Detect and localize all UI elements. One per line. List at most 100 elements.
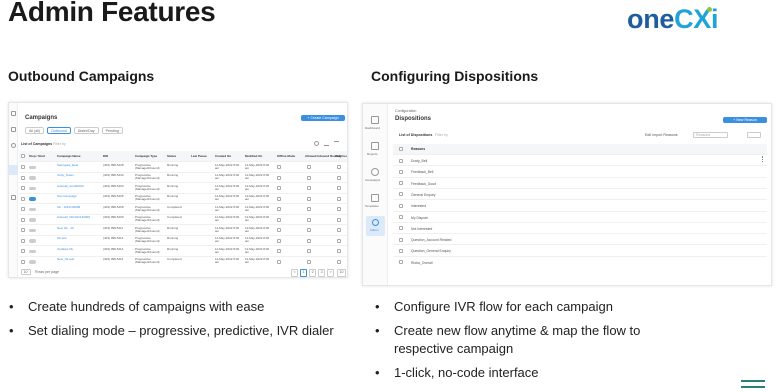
stop-start-toggle[interactable]: [29, 186, 36, 191]
row-checkbox[interactable]: [21, 207, 25, 211]
inbound-routing-checkbox[interactable]: [307, 175, 311, 180]
table-row[interactable]: Updated Ok (403) 098-5114 Progressive (Man…: [19, 245, 347, 256]
row-checkbox[interactable]: [399, 226, 403, 231]
new-reason-button[interactable]: + New Reason: [723, 117, 767, 123]
row-checkbox[interactable]: [399, 260, 403, 265]
table-row[interactable]: Test Campaign (403) 098-5105 Progressive (…: [19, 192, 347, 204]
select-all-checkbox[interactable]: [21, 154, 25, 158]
offline-mode-checkbox[interactable]: [277, 249, 281, 253]
row-checkbox[interactable]: [21, 165, 25, 169]
page-button[interactable]: >: [327, 269, 335, 277]
table-row[interactable]: Dusty_Bell: [393, 154, 767, 165]
more-options-icon[interactable]: [762, 156, 763, 162]
inbound-routing-checkbox[interactable]: [307, 196, 311, 201]
table-row[interactable]: Question_Account Related: [393, 233, 767, 244]
inbound-routing-checkbox[interactable]: [307, 165, 311, 169]
sidebar-active-item[interactable]: [9, 165, 18, 175]
row-checkbox[interactable]: [399, 181, 403, 186]
customer-flow-checkbox[interactable]: [337, 259, 341, 264]
customer-flow-checkbox[interactable]: [337, 249, 341, 253]
row-checkbox[interactable]: [399, 215, 403, 219]
inbound-routing-checkbox[interactable]: [307, 217, 311, 222]
offline-mode-checkbox[interactable]: [277, 186, 281, 190]
customer-flow-checkbox[interactable]: [337, 207, 341, 211]
table-row[interactable]: Outly_Tester (403) 098-5133 Progressive (M…: [19, 171, 347, 183]
row-checkbox[interactable]: [21, 228, 25, 232]
customer-flow-checkbox[interactable]: [337, 186, 341, 190]
cell-name[interactable]: Samsgate_Eeel: [57, 163, 85, 167]
table-row[interactable]: Interested: [393, 199, 767, 210]
cell-name[interactable]: Autocall_Ok1012133008: [57, 215, 90, 219]
offline-mode-checkbox[interactable]: [277, 228, 281, 232]
row-checkbox[interactable]: [399, 192, 403, 197]
dispositions-filter-input[interactable]: Filter by: [435, 133, 448, 138]
inbound-routing-checkbox[interactable]: [307, 228, 311, 232]
cell-name[interactable]: Ok - 1012133008: [57, 205, 85, 209]
columns-menu-button[interactable]: [747, 132, 761, 138]
nav-templates-icon[interactable]: [371, 194, 379, 202]
nav-dashboard-icon[interactable]: [371, 116, 379, 124]
page-button[interactable]: <: [291, 269, 299, 277]
page-button[interactable]: 3: [318, 269, 326, 277]
customer-flow-checkbox[interactable]: [337, 217, 341, 222]
row-checkbox[interactable]: [21, 238, 25, 243]
table-row[interactable]: Not Interested: [393, 221, 767, 233]
offline-mode-checkbox[interactable]: [277, 165, 281, 169]
create-campaign-button[interactable]: + Create Campaign: [301, 115, 345, 121]
cell-name[interactable]: Test Campaign: [57, 194, 85, 198]
nav-campaigns-icon[interactable]: [371, 168, 379, 176]
offline-mode-checkbox[interactable]: [277, 259, 281, 264]
cell-name[interactable]: New Ok - 10: [57, 226, 85, 230]
rows-per-page-select[interactable]: 10: [21, 269, 31, 275]
row-checkbox[interactable]: [21, 196, 25, 201]
reasons-select[interactable]: Reasons: [693, 132, 728, 138]
inbound-routing-checkbox[interactable]: [307, 259, 311, 264]
cell-name[interactable]: Updated Ok: [57, 247, 85, 251]
sidebar-campaigns-icon[interactable]: [11, 143, 16, 148]
row-checkbox[interactable]: [21, 249, 25, 253]
sidebar-home-icon[interactable]: [11, 111, 16, 116]
table-row[interactable]: New_Ok test (403) 098-5114 Progressive (Ma…: [19, 255, 347, 267]
customer-flow-checkbox[interactable]: [337, 196, 341, 201]
row-checkbox[interactable]: [399, 203, 403, 208]
stop-start-toggle[interactable]: [29, 197, 36, 201]
offline-mode-checkbox[interactable]: [277, 217, 281, 222]
customer-flow-checkbox[interactable]: [337, 238, 341, 243]
row-checkbox[interactable]: [21, 259, 25, 264]
select-all-checkbox[interactable]: [399, 147, 403, 151]
table-row[interactable]: My Dispute: [393, 210, 767, 222]
page-button[interactable]: 1: [300, 269, 308, 277]
stop-start-toggle[interactable]: [29, 176, 36, 180]
cell-name[interactable]: Outly_Tester: [57, 173, 85, 177]
inbound-routing-checkbox[interactable]: [307, 186, 311, 190]
table-row[interactable]: Question_General Enquiry: [393, 244, 767, 255]
pagination-last-page[interactable]: 10: [337, 269, 346, 277]
nav-admin-active[interactable]: Admin: [366, 216, 385, 236]
breadcrumb[interactable]: Configuration: [395, 109, 416, 114]
stop-start-toggle[interactable]: [29, 260, 36, 264]
tab-pending[interactable]: Pending: [101, 127, 123, 134]
row-checkbox[interactable]: [399, 158, 403, 163]
inbound-routing-checkbox[interactable]: [307, 207, 311, 211]
customer-flow-checkbox[interactable]: [337, 165, 341, 169]
nav-reports-icon[interactable]: [371, 142, 379, 150]
table-row[interactable]: Autocall_Auto60012 (403) 098-5103 Progress…: [19, 182, 347, 193]
inbound-routing-checkbox[interactable]: [307, 249, 311, 253]
stop-start-toggle[interactable]: [29, 218, 36, 222]
table-row[interactable]: Feedback_Good: [393, 176, 767, 188]
stop-start-toggle[interactable]: [29, 249, 36, 254]
sidebar-admin-icon[interactable]: [11, 195, 16, 200]
cell-name[interactable]: New_Ok test: [57, 257, 85, 261]
cell-name[interactable]: Autocall_Auto60012: [57, 184, 85, 188]
tab-all[interactable]: All (all): [25, 127, 44, 134]
offline-mode-checkbox[interactable]: [277, 207, 281, 211]
table-row[interactable]: Feedback_Bell: [393, 165, 767, 176]
row-checkbox[interactable]: [21, 186, 25, 190]
tab-dialer-day[interactable]: Dialer/Day: [73, 127, 99, 134]
sidebar-reports-icon[interactable]: [11, 127, 16, 132]
page-button[interactable]: 2: [309, 269, 317, 277]
row-checkbox[interactable]: [399, 248, 403, 253]
download-icon[interactable]: [324, 141, 329, 146]
table-row[interactable]: Ok - 1012133008 (403) 098-5108 Progressive…: [19, 203, 347, 214]
campaigns-filter-input[interactable]: Filter by: [53, 142, 66, 147]
